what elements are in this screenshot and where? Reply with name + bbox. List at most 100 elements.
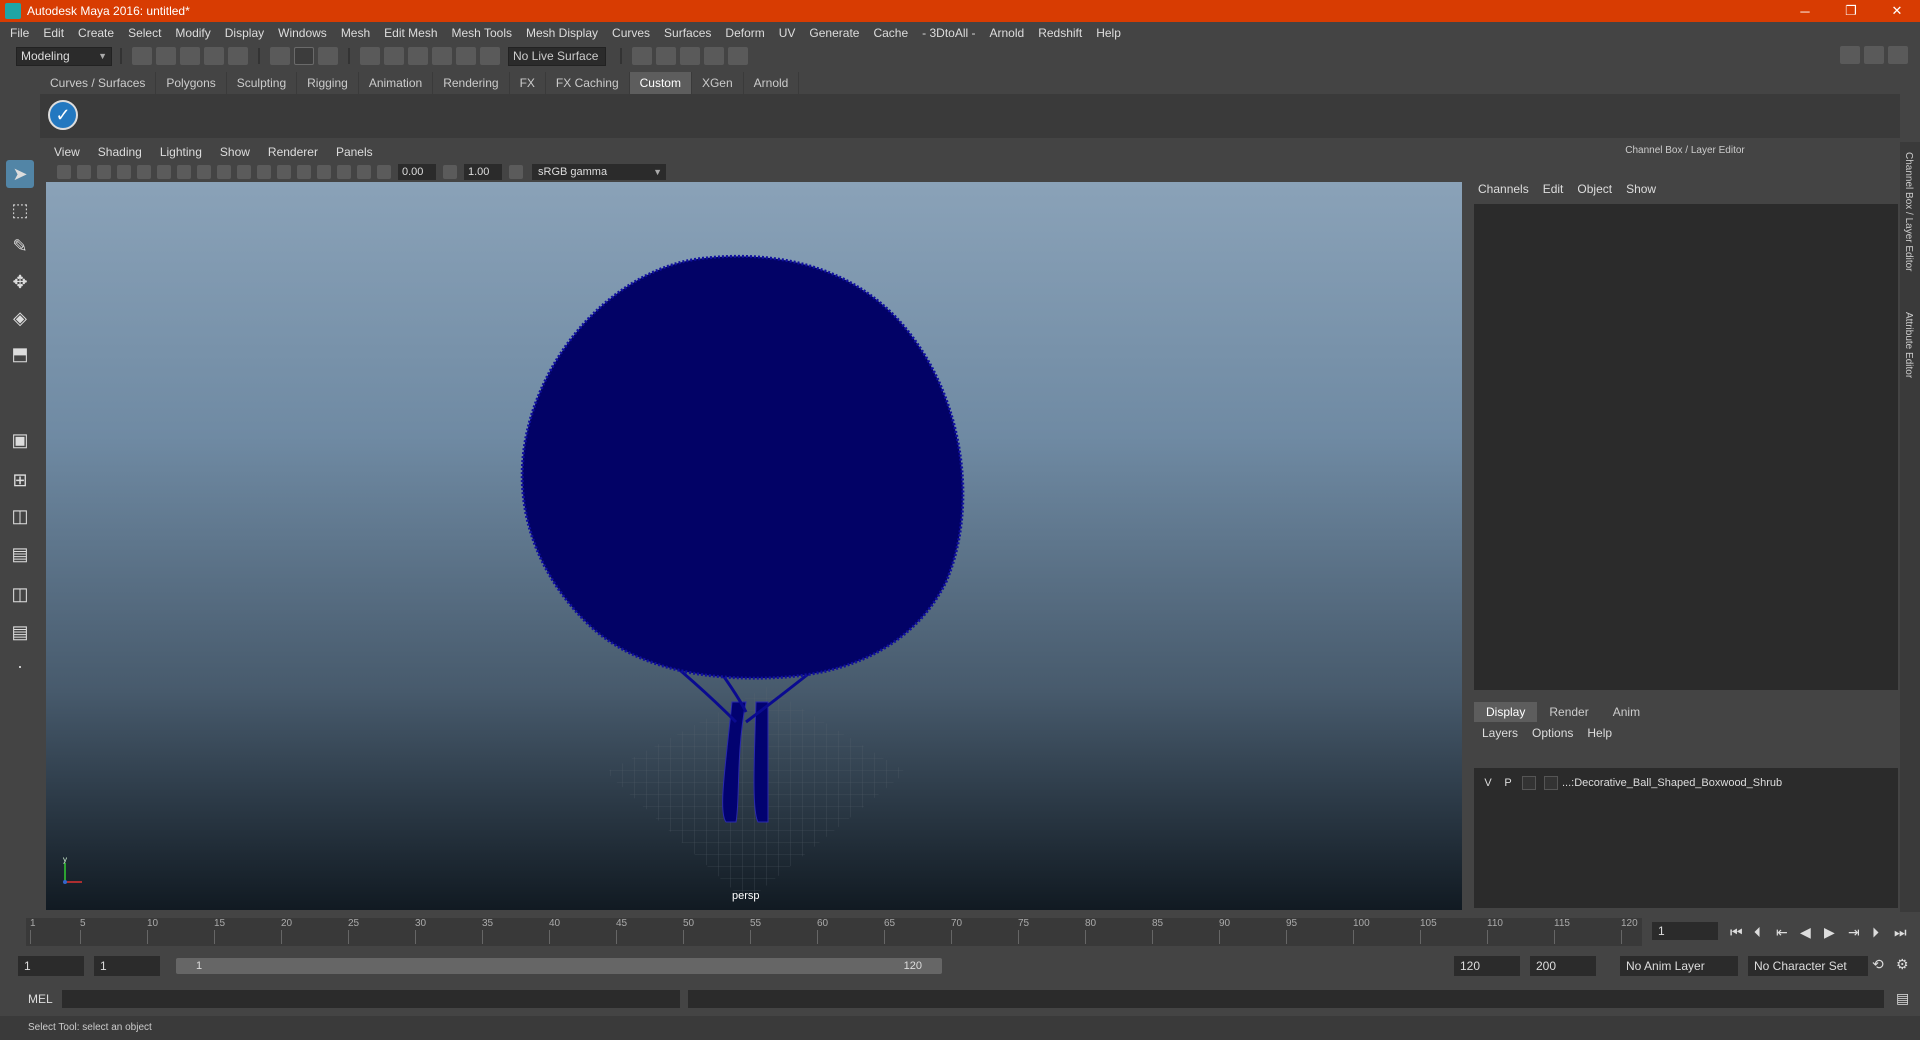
layer-tab-render[interactable]: Render bbox=[1537, 702, 1600, 722]
shelf-tab-polygons[interactable]: Polygons bbox=[156, 72, 227, 94]
shelf-tab-arnold[interactable]: Arnold bbox=[743, 72, 800, 94]
menu-mesh-tools[interactable]: Mesh Tools bbox=[452, 26, 512, 40]
snap-grid-icon[interactable] bbox=[360, 47, 380, 65]
layer-tab-anim[interactable]: Anim bbox=[1601, 702, 1652, 722]
vp-menu-show[interactable]: Show bbox=[220, 145, 250, 159]
shelf-tab-rendering[interactable]: Rendering bbox=[433, 72, 510, 94]
shelf-tab-animation[interactable]: Animation bbox=[358, 72, 434, 94]
paint-select-icon[interactable]: ✎ bbox=[6, 232, 34, 260]
minimize-button[interactable]: ─ bbox=[1782, 0, 1828, 22]
shadows-icon[interactable] bbox=[297, 165, 311, 179]
outliner-layout-icon[interactable]: ▤ bbox=[6, 540, 34, 568]
preferences-icon[interactable]: ⚙ bbox=[1896, 956, 1909, 973]
layer-menu-options[interactable]: Options bbox=[1532, 726, 1573, 740]
new-scene-icon[interactable] bbox=[132, 47, 152, 65]
channel-box-toggle-icon[interactable] bbox=[1888, 46, 1908, 64]
layer-tab-display[interactable]: Display bbox=[1474, 702, 1538, 722]
select-object-icon[interactable] bbox=[294, 47, 314, 65]
menu-display[interactable]: Display bbox=[225, 26, 264, 40]
xray-joints-icon[interactable] bbox=[357, 165, 371, 179]
snap-curve-icon[interactable] bbox=[384, 47, 404, 65]
render-frame-icon[interactable] bbox=[656, 47, 676, 65]
menu-3dtoall[interactable]: - 3DtoAll - bbox=[922, 26, 975, 40]
snap-plane-icon[interactable] bbox=[432, 47, 452, 65]
command-input[interactable] bbox=[62, 990, 680, 1008]
color-management-icon[interactable] bbox=[509, 165, 523, 179]
vp-menu-lighting[interactable]: Lighting bbox=[160, 145, 202, 159]
menu-mesh-display[interactable]: Mesh Display bbox=[526, 26, 598, 40]
camera-select-icon[interactable] bbox=[57, 165, 71, 179]
close-button[interactable]: ✕ bbox=[1874, 0, 1920, 22]
shelf-tab-fx-caching[interactable]: FX Caching bbox=[545, 72, 630, 94]
image-plane-icon[interactable] bbox=[117, 165, 131, 179]
layer-visibility-toggle[interactable]: V bbox=[1478, 777, 1498, 789]
attribute-editor-toggle-icon[interactable] bbox=[1864, 46, 1884, 64]
menu-generate[interactable]: Generate bbox=[809, 26, 859, 40]
layer-color-swatch[interactable] bbox=[1544, 776, 1558, 790]
single-layout-icon[interactable]: ▣ bbox=[6, 426, 34, 454]
xray-icon[interactable] bbox=[337, 165, 351, 179]
mode-selector[interactable]: Modeling bbox=[16, 46, 112, 66]
side-tab-channel-box[interactable]: Channel Box / Layer Editor bbox=[1903, 152, 1914, 272]
layer-name[interactable]: ...:Decorative_Ball_Shaped_Boxwood_Shrub bbox=[1562, 777, 1782, 789]
play-backwards-icon[interactable]: ◀ bbox=[1800, 924, 1811, 941]
hypershade-icon[interactable] bbox=[728, 47, 748, 65]
scale-tool-icon[interactable]: ⬒ bbox=[6, 340, 34, 368]
end-time-field[interactable]: 200 bbox=[1530, 956, 1596, 976]
menu-deform[interactable]: Deform bbox=[725, 26, 764, 40]
menu-edit[interactable]: Edit bbox=[43, 26, 64, 40]
menu-select[interactable]: Select bbox=[128, 26, 161, 40]
perspective-viewport[interactable]: y persp bbox=[46, 182, 1462, 910]
rotate-tool-icon[interactable]: ◈ bbox=[6, 304, 34, 332]
play-forwards-icon[interactable]: ▶ bbox=[1824, 924, 1835, 941]
menu-cache[interactable]: Cache bbox=[873, 26, 908, 40]
more-layouts-icon[interactable]: · bbox=[6, 652, 34, 680]
select-tool-icon[interactable]: ➤ bbox=[6, 160, 34, 188]
shelf-tab-sculpting[interactable]: Sculpting bbox=[226, 72, 298, 94]
auto-key-icon[interactable]: ⟲ bbox=[1872, 956, 1884, 973]
select-hierarchy-icon[interactable] bbox=[270, 47, 290, 65]
menu-redshift[interactable]: Redshift bbox=[1038, 26, 1082, 40]
undo-icon[interactable] bbox=[204, 47, 224, 65]
safe-action-icon[interactable] bbox=[197, 165, 211, 179]
time-ruler[interactable]: 1 5 10 15 20 25 30 35 40 45 50 55 60 65 … bbox=[26, 918, 1642, 946]
save-scene-icon[interactable] bbox=[180, 47, 200, 65]
exposure-field[interactable]: 0.00 bbox=[398, 164, 436, 180]
color-space-dropdown[interactable]: sRGB gamma bbox=[532, 164, 666, 180]
open-scene-icon[interactable] bbox=[156, 47, 176, 65]
menu-surfaces[interactable]: Surfaces bbox=[664, 26, 711, 40]
render-view-icon[interactable] bbox=[632, 47, 652, 65]
move-tool-icon[interactable]: ✥ bbox=[6, 268, 34, 296]
menu-windows[interactable]: Windows bbox=[278, 26, 327, 40]
layer-menu-help[interactable]: Help bbox=[1587, 726, 1612, 740]
mel-label[interactable]: MEL bbox=[28, 992, 53, 1006]
current-frame-field[interactable]: 1 bbox=[1652, 922, 1718, 940]
hypershade-layout-icon[interactable]: ▤ bbox=[6, 618, 34, 646]
resolution-gate-icon[interactable] bbox=[177, 165, 191, 179]
vp-menu-renderer[interactable]: Renderer bbox=[268, 145, 318, 159]
go-to-start-icon[interactable]: ⏮ bbox=[1730, 924, 1743, 941]
menu-create[interactable]: Create bbox=[78, 26, 114, 40]
ipr-render-icon[interactable] bbox=[680, 47, 700, 65]
shelf-tab-custom[interactable]: Custom bbox=[629, 72, 692, 94]
side-tab-attribute-editor[interactable]: Attribute Editor bbox=[1903, 312, 1914, 378]
layer-type-toggle[interactable] bbox=[1522, 776, 1536, 790]
menu-modify[interactable]: Modify bbox=[175, 26, 210, 40]
vp-menu-panels[interactable]: Panels bbox=[336, 145, 373, 159]
grid-toggle-icon[interactable] bbox=[137, 165, 151, 179]
film-gate-icon[interactable] bbox=[157, 165, 171, 179]
two-view-layout-icon[interactable]: ◫ bbox=[6, 502, 34, 530]
textured-icon[interactable] bbox=[257, 165, 271, 179]
menu-arnold[interactable]: Arnold bbox=[990, 26, 1025, 40]
cb-menu-object[interactable]: Object bbox=[1577, 182, 1612, 196]
cb-menu-show[interactable]: Show bbox=[1626, 182, 1656, 196]
lasso-tool-icon[interactable]: ⬚ bbox=[6, 196, 34, 224]
redo-icon[interactable] bbox=[228, 47, 248, 65]
render-settings-icon[interactable] bbox=[704, 47, 724, 65]
select-component-icon[interactable] bbox=[318, 47, 338, 65]
modeling-toolkit-icon[interactable] bbox=[1840, 46, 1860, 64]
shelf-tab-rigging[interactable]: Rigging bbox=[297, 72, 359, 94]
four-view-layout-icon[interactable]: ⊞ bbox=[6, 466, 34, 494]
go-to-end-icon[interactable]: ⏭ bbox=[1894, 924, 1907, 941]
camera-attributes-icon[interactable] bbox=[77, 165, 91, 179]
